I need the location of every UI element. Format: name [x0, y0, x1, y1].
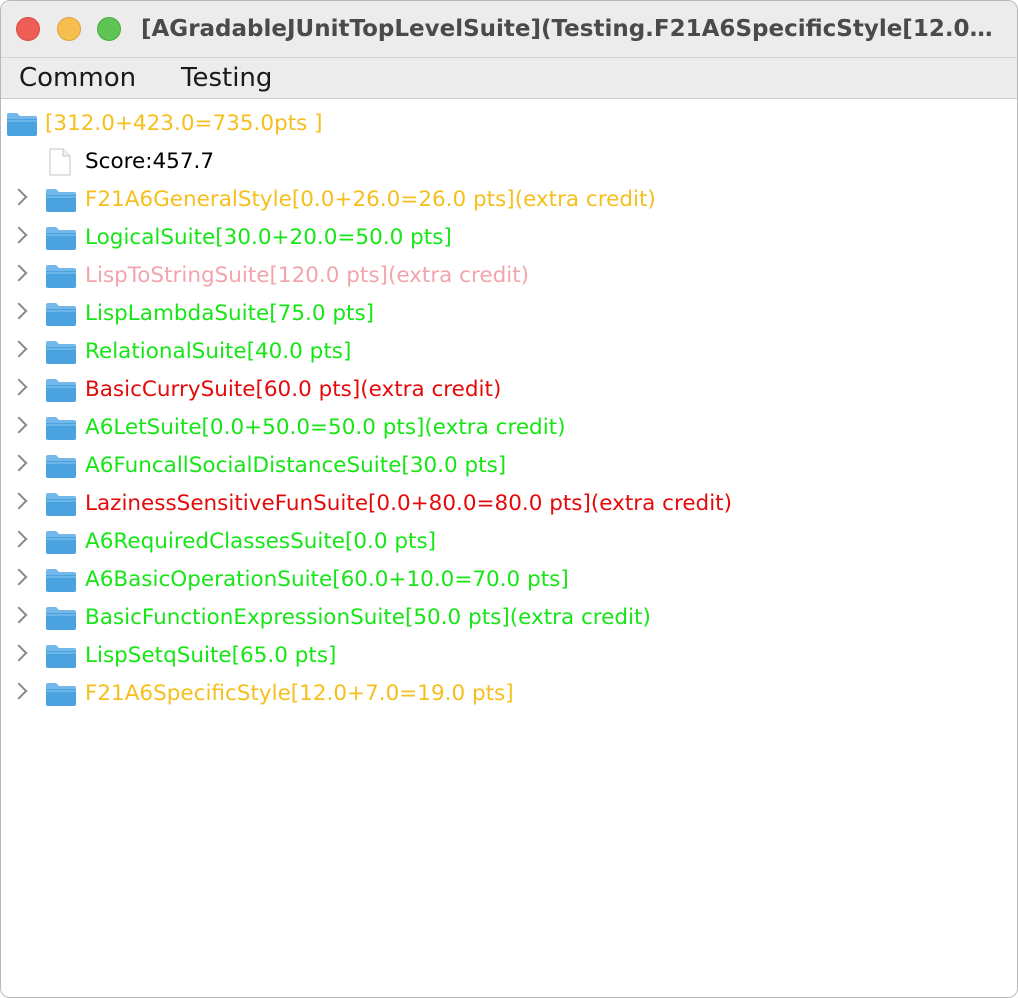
suite-label: LogicalSuite[30.0+20.0=50.0 pts]: [85, 225, 452, 250]
file-icon: [49, 148, 71, 176]
suite-node-f21a6generalstyle[interactable]: F21A6GeneralStyle[0.0+26.0=26.0 pts](ext…: [1, 181, 1017, 219]
test-suite-tree: [312.0+423.0=735.0pts ] Score:457.7 F21A…: [1, 99, 1017, 997]
tree-root-label: [312.0+423.0=735.0pts ]: [45, 111, 323, 136]
chevron-right-icon[interactable]: [10, 606, 28, 624]
folder-icon: [45, 567, 77, 593]
folder-icon: [45, 301, 77, 327]
suite-label: F21A6GeneralStyle[0.0+26.0=26.0 pts](ext…: [85, 187, 656, 212]
suite-label: A6FuncallSocialDistanceSuite[30.0 pts]: [85, 453, 507, 478]
folder-icon: [45, 263, 77, 289]
suite-node-relationalsuite[interactable]: RelationalSuite[40.0 pts]: [1, 333, 1017, 371]
chevron-right-icon[interactable]: [10, 302, 28, 320]
app-window: [AGradableJUnitTopLevelSuite](Testing.F2…: [0, 0, 1018, 998]
folder-icon: [45, 453, 77, 479]
folder-icon: [45, 187, 77, 213]
suite-node-f21a6specificstyle[interactable]: F21A6SpecificStyle[12.0+7.0=19.0 pts]: [1, 675, 1017, 713]
suite-node-lisptostringsuite[interactable]: LispToStringSuite[120.0 pts](extra credi…: [1, 257, 1017, 295]
maximize-window-button[interactable]: [97, 17, 121, 41]
folder-icon: [45, 529, 77, 555]
suite-node-lazinesssensitivefunsuite[interactable]: LazinessSensitiveFunSuite[0.0+80.0=80.0 …: [1, 485, 1017, 523]
suite-label: F21A6SpecificStyle[12.0+7.0=19.0 pts]: [85, 681, 514, 706]
folder-icon: [45, 415, 77, 441]
chevron-right-icon[interactable]: [10, 378, 28, 396]
menu-bar: Common Testing: [1, 58, 1017, 99]
close-window-button[interactable]: [16, 17, 40, 41]
menu-testing[interactable]: Testing: [181, 62, 272, 94]
suite-node-a6basicoperationsuite[interactable]: A6BasicOperationSuite[60.0+10.0=70.0 pts…: [1, 561, 1017, 599]
chevron-right-icon[interactable]: [10, 530, 28, 548]
chevron-right-icon[interactable]: [10, 454, 28, 472]
chevron-right-icon[interactable]: [10, 340, 28, 358]
suite-node-basiccurrysuite[interactable]: BasicCurrySuite[60.0 pts](extra credit): [1, 371, 1017, 409]
folder-icon: [45, 681, 77, 707]
score-label: Score:457.7: [85, 149, 215, 174]
suite-node-a6requiredclassessuite[interactable]: A6RequiredClassesSuite[0.0 pts]: [1, 523, 1017, 561]
folder-icon: [45, 339, 77, 365]
suite-label: LispToStringSuite[120.0 pts](extra credi…: [85, 263, 530, 288]
suite-label: LispSetqSuite[65.0 pts]: [85, 643, 337, 668]
folder-open-icon: [6, 111, 38, 137]
folder-icon: [45, 377, 77, 403]
suite-label: A6BasicOperationSuite[60.0+10.0=70.0 pts…: [85, 567, 569, 592]
title-bar[interactable]: [AGradableJUnitTopLevelSuite](Testing.F2…: [1, 1, 1017, 58]
chevron-right-icon[interactable]: [10, 644, 28, 662]
chevron-right-icon[interactable]: [10, 264, 28, 282]
suite-node-lisplambdasuite[interactable]: LispLambdaSuite[75.0 pts]: [1, 295, 1017, 333]
suite-node-a6letsuite[interactable]: A6LetSuite[0.0+50.0=50.0 pts](extra cred…: [1, 409, 1017, 447]
minimize-window-button[interactable]: [57, 17, 81, 41]
suite-label: RelationalSuite[40.0 pts]: [85, 339, 352, 364]
folder-icon: [45, 491, 77, 517]
folder-icon: [45, 605, 77, 631]
chevron-right-icon[interactable]: [10, 226, 28, 244]
suite-label: LazinessSensitiveFunSuite[0.0+80.0=80.0 …: [85, 491, 732, 516]
suite-node-basicfunctionexpressionsuite[interactable]: BasicFunctionExpressionSuite[50.0 pts](e…: [1, 599, 1017, 637]
suite-label: LispLambdaSuite[75.0 pts]: [85, 301, 375, 326]
suite-label: BasicFunctionExpressionSuite[50.0 pts](e…: [85, 605, 651, 630]
chevron-right-icon[interactable]: [10, 188, 28, 206]
folder-icon: [45, 225, 77, 251]
folder-icon: [45, 643, 77, 669]
chevron-right-icon[interactable]: [10, 492, 28, 510]
menu-common[interactable]: Common: [19, 62, 136, 94]
suite-label: A6RequiredClassesSuite[0.0 pts]: [85, 529, 437, 554]
suite-label: A6LetSuite[0.0+50.0=50.0 pts](extra cred…: [85, 415, 566, 440]
chevron-right-icon[interactable]: [10, 416, 28, 434]
suite-node-logicalsuite[interactable]: LogicalSuite[30.0+20.0=50.0 pts]: [1, 219, 1017, 257]
suite-label: BasicCurrySuite[60.0 pts](extra credit): [85, 377, 502, 402]
suite-node-lispsetqsuite[interactable]: LispSetqSuite[65.0 pts]: [1, 637, 1017, 675]
chevron-right-icon[interactable]: [10, 568, 28, 586]
window-title: [AGradableJUnitTopLevelSuite](Testing.F2…: [141, 16, 1007, 42]
suite-node-a6funcallsocialdistancesuite[interactable]: A6FuncallSocialDistanceSuite[30.0 pts]: [1, 447, 1017, 485]
score-node[interactable]: Score:457.7: [1, 143, 1017, 181]
chevron-right-icon[interactable]: [10, 682, 28, 700]
tree-root-node[interactable]: [312.0+423.0=735.0pts ]: [1, 105, 1017, 143]
